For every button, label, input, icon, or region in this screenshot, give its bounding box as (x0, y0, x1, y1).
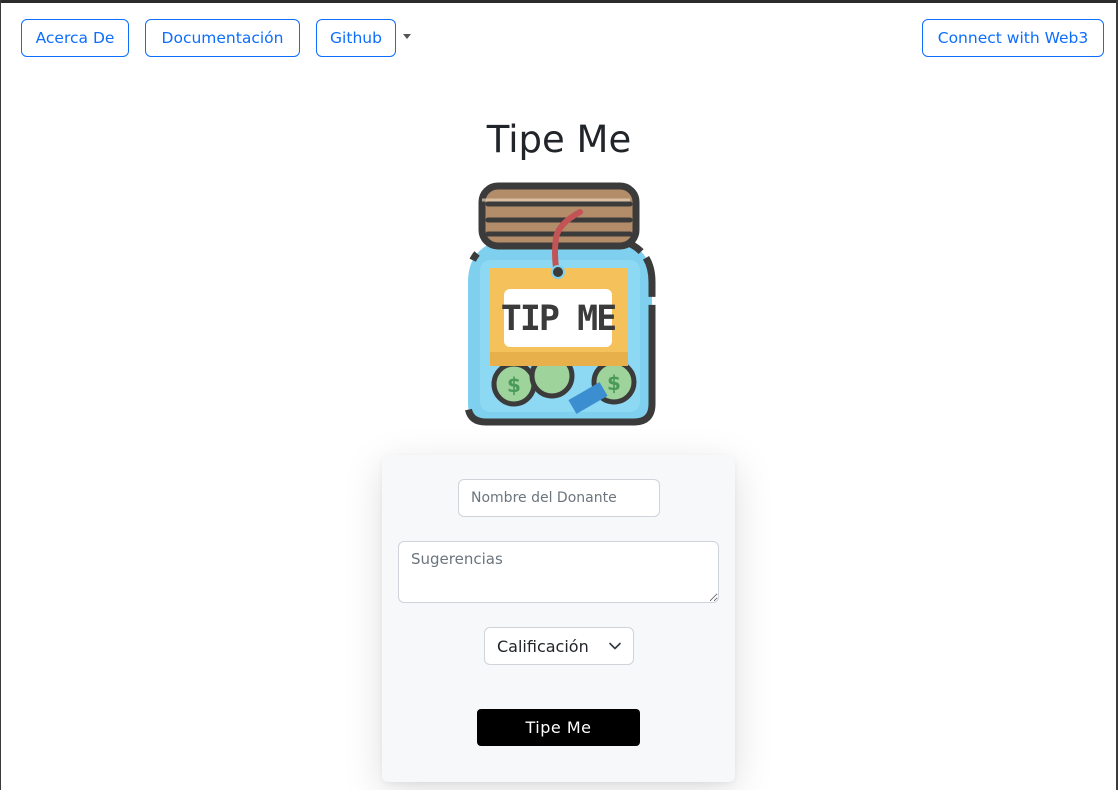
dropdown-caret-icon[interactable] (403, 34, 411, 39)
rating-select-value: Calificación (497, 636, 589, 656)
donor-name-input[interactable] (458, 479, 660, 517)
chevron-down-icon (609, 642, 621, 650)
svg-text:$: $ (607, 371, 621, 395)
tip-form-card: Calificación Tipe Me (382, 455, 735, 782)
connect-web3-button[interactable]: Connect with Web3 (922, 19, 1104, 57)
svg-text:$: $ (507, 373, 521, 397)
tip-jar-icon: $ $ TIP ME (464, 182, 656, 426)
about-button[interactable]: Acerca De (21, 19, 129, 57)
github-button[interactable]: Github (316, 19, 396, 57)
suggestions-textarea[interactable] (398, 541, 719, 603)
tip-submit-button[interactable]: Tipe Me (477, 709, 640, 746)
window-top-border (0, 0, 1118, 3)
tag-label-text: TIP ME (501, 299, 615, 339)
docs-button[interactable]: Documentación (145, 19, 300, 57)
page-title: Tipe Me (486, 118, 632, 161)
rating-select[interactable]: Calificación (484, 627, 634, 665)
